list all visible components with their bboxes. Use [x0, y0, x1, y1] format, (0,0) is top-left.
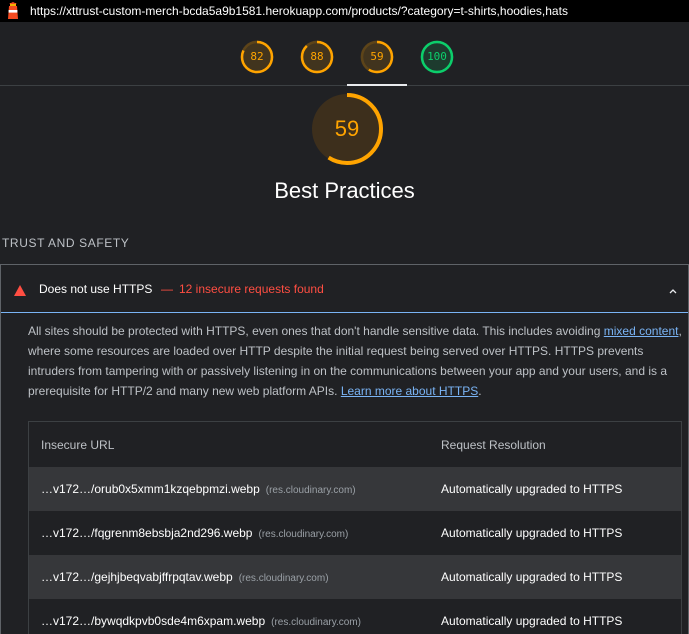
score-gauge-accessibility[interactable]: 88 — [300, 40, 334, 74]
column-header-insecure-url: Insecure URL — [41, 437, 115, 452]
audit-title: Does not use HTTPS — [39, 282, 153, 296]
table-header: Insecure URL Request Resolution — [29, 422, 681, 467]
audit-header[interactable]: Does not use HTTPS — 12 insecure request… — [1, 265, 688, 313]
audit-group-label: TRUST AND SAFETY — [2, 236, 130, 250]
category-score-gauge: 59 — [310, 92, 384, 166]
insecure-url[interactable]: …v172…/orub0x5xmm1kzqebpmzi.webp — [41, 482, 260, 496]
category-score-value: 59 — [334, 116, 360, 141]
description-text: . — [478, 384, 482, 398]
request-resolution: Automatically upgraded to HTTPS — [441, 482, 623, 496]
column-header-request-resolution: Request Resolution — [441, 437, 546, 452]
gauge-value: 88 — [310, 50, 324, 63]
gauge-value: 100 — [427, 50, 447, 63]
category-title: Best Practices — [274, 178, 415, 203]
learn-more-https-link[interactable]: Learn more about HTTPS — [341, 384, 478, 398]
score-gauge-seo[interactable]: 100 — [420, 40, 454, 74]
score-gauge-performance[interactable]: 82 — [240, 40, 274, 74]
table-row: …v172…/orub0x5xmm1kzqebpmzi.webp (res.clo… — [29, 467, 681, 511]
audit-display-value: 12 insecure requests found — [179, 282, 324, 296]
table-row: …v172…/gejhjbeqvabjffrpqtav.webp (res.clo… — [29, 555, 681, 599]
mixed-content-link[interactable]: mixed content — [604, 324, 679, 338]
table-row: …v172…/fqgrenm8ebsbja2nd296.webp (res.clo… — [29, 511, 681, 555]
url-host: (res.cloudinary.com) — [258, 529, 349, 540]
insecure-requests-table: Insecure URL Request Resolution …v172…/o… — [28, 421, 682, 634]
audit-is-on-https: Does not use HTTPS — 12 insecure request… — [0, 264, 689, 634]
active-gauge-indicator — [347, 84, 407, 86]
address-bar: https://xttrust-custom-merch-bcda5a9b158… — [0, 0, 689, 22]
audit-description: All sites should be protected with HTTPS… — [28, 321, 684, 401]
insecure-url[interactable]: …v172…/fqgrenm8ebsbja2nd296.webp — [41, 526, 252, 540]
request-resolution: Automatically upgraded to HTTPS — [441, 526, 623, 540]
lighthouse-logo-icon — [2, 0, 24, 22]
request-resolution: Automatically upgraded to HTTPS — [441, 570, 623, 584]
gauge-value: 82 — [250, 50, 264, 63]
gauge-value: 59 — [370, 50, 384, 63]
chevron-up-icon[interactable] — [668, 283, 678, 294]
insecure-url[interactable]: …v172…/bywqdkpvb0sde4m6xpam.webp — [41, 614, 265, 628]
description-text: All sites should be protected with HTTPS… — [28, 324, 604, 338]
warning-triangle-icon — [14, 283, 26, 296]
page-url[interactable]: https://xttrust-custom-merch-bcda5a9b158… — [30, 4, 568, 18]
request-resolution: Automatically upgraded to HTTPS — [441, 614, 623, 628]
score-gauge-best-practices[interactable]: 59 — [360, 40, 394, 74]
table-row: …v172…/bywqdkpvb0sde4m6xpam.webp (res.clo… — [29, 599, 681, 634]
insecure-url[interactable]: …v172…/gejhjbeqvabjffrpqtav.webp — [41, 570, 233, 584]
url-host: (res.cloudinary.com) — [271, 617, 361, 628]
url-host: (res.cloudinary.com) — [265, 485, 356, 496]
url-host: (res.cloudinary.com) — [238, 573, 329, 584]
audit-separator: — — [161, 282, 173, 296]
score-gauge-row: 82 88 59 100 — [0, 22, 689, 86]
